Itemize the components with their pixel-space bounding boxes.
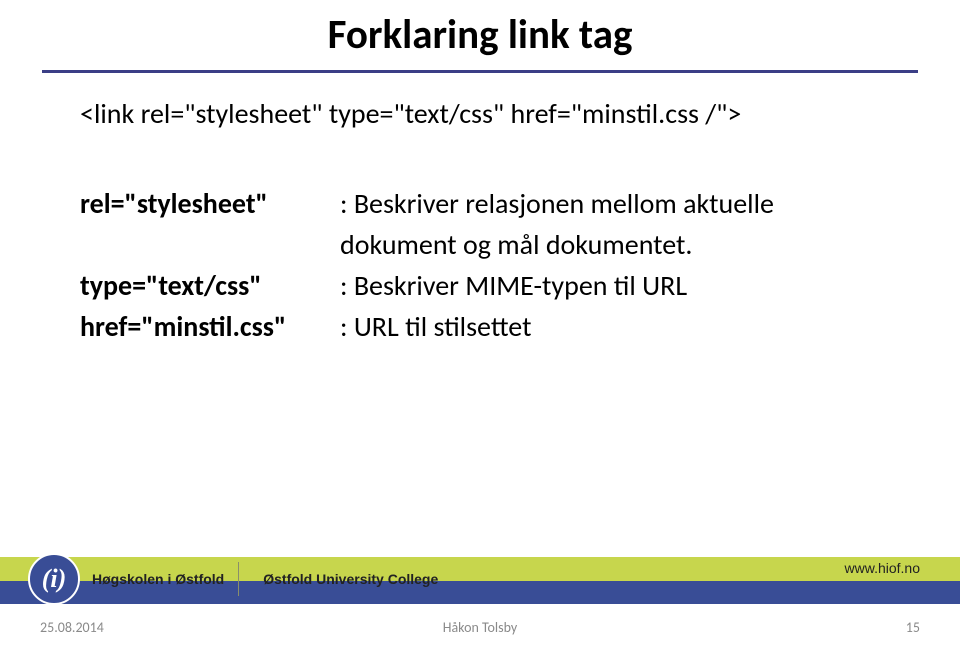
term: type="text/css"	[80, 268, 340, 305]
footer-author: Håkon Tolsby	[0, 619, 960, 636]
slide: Forklaring link tag <link rel="styleshee…	[0, 0, 960, 650]
institution-name-no: Høgskolen i Østfold	[92, 572, 224, 586]
def: dokument og mål dokumentet.	[340, 227, 692, 264]
def-row: dokument og mål dokumentet.	[80, 227, 774, 264]
def-row: rel="stylesheet" : Beskriver relasjonen …	[80, 186, 774, 223]
term: rel="stylesheet"	[80, 186, 340, 223]
def: : Beskriver relasjonen mellom aktuelle	[340, 186, 774, 223]
logo-glyph: (i)	[42, 564, 67, 594]
def: : Beskriver MIME-typen til URL	[340, 268, 687, 305]
definitions: rel="stylesheet" : Beskriver relasjonen …	[80, 186, 774, 350]
term: href="minstil.css"	[80, 309, 340, 346]
page-title: Forklaring link tag	[0, 10, 960, 60]
url: www.hiof.no	[845, 560, 920, 576]
term	[80, 227, 340, 264]
institution-no: Høgskolen i Østfold	[92, 572, 224, 586]
institution-en: Østfold University College	[263, 572, 438, 586]
logo-icon: (i)	[28, 553, 80, 605]
institution-block: (i) Høgskolen i Østfold Østfold Universi…	[28, 553, 438, 605]
institution-name-en: Østfold University College	[263, 572, 438, 586]
def-row: type="text/css" : Beskriver MIME-typen t…	[80, 268, 774, 305]
separator	[238, 562, 239, 596]
def: : URL til stilsettet	[340, 309, 531, 346]
footer-page: 15	[906, 619, 920, 636]
title-underline	[42, 70, 918, 73]
code-example: <link rel="stylesheet" type="text/css" h…	[80, 96, 741, 131]
footer-bar: (i) Høgskolen i Østfold Østfold Universi…	[0, 557, 960, 604]
def-row: href="minstil.css" : URL til stilsettet	[80, 309, 774, 346]
